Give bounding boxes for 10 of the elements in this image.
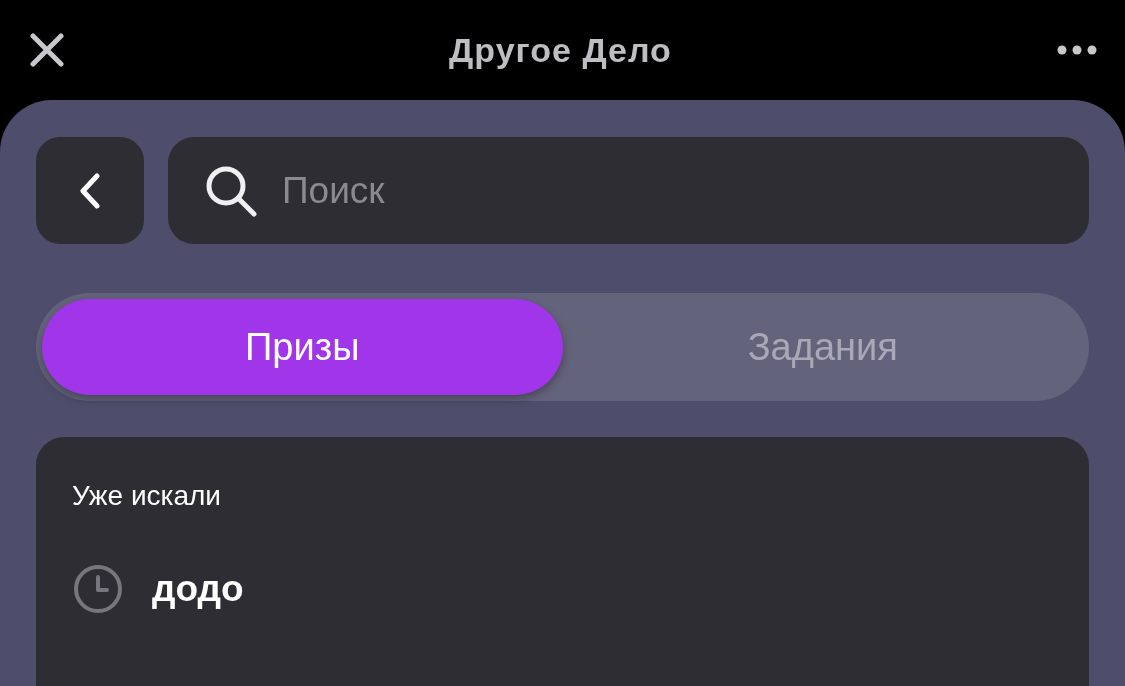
history-item[interactable]: додо: [152, 561, 244, 617]
close-icon[interactable]: [30, 33, 64, 67]
clock-icon: [72, 562, 124, 615]
more-icon[interactable]: [1057, 45, 1097, 55]
back-icon: [79, 172, 101, 209]
search-field[interactable]: Поиск: [168, 137, 1089, 244]
back-button[interactable]: [36, 137, 144, 244]
tab[interactable]: Призы: [42, 299, 563, 395]
window-title: Другое Дело: [449, 29, 672, 71]
section-title: Уже искали: [72, 479, 222, 513]
